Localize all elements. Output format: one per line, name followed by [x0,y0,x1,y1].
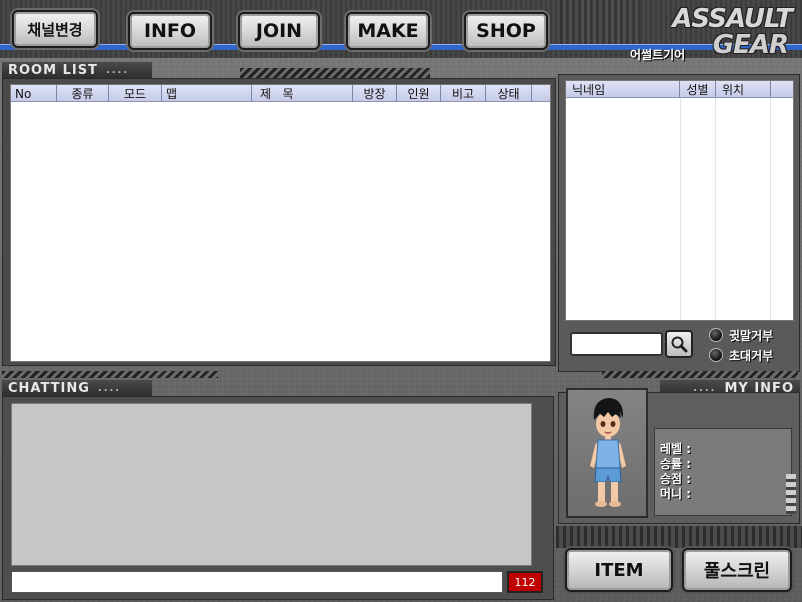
invite-block-option[interactable]: 초대거부 [709,346,773,364]
character-avatar [566,388,648,518]
user-list-table[interactable]: 닉네임 성별 위치 [565,80,794,321]
character-sprite [590,398,626,507]
make-button[interactable]: MAKE [346,12,430,50]
whisper-block-label: 귓말거부 [729,328,774,343]
chatting-header: CHATTING .... [2,380,152,396]
header-dots: .... [105,64,130,76]
game-lobby-window: 채널변경 INFO JOIN MAKE SHOP ASSAULT GEAR 어썰… [0,0,802,602]
join-button[interactable]: JOIN [238,12,320,50]
money-label: 머니 : [660,487,692,501]
column-header-host[interactable]: 방장 [353,85,397,102]
fullscreen-button[interactable]: 풀스크린 [682,548,792,592]
shop-button[interactable]: SHOP [464,12,548,50]
chat-log[interactable] [11,403,532,566]
column-header-mode[interactable]: 모드 [109,85,162,102]
column-header-note[interactable]: 비고 [441,85,486,102]
chat-char-counter: 112 [507,571,543,593]
magnifier-icon [671,336,688,353]
column-header-gender[interactable]: 성별 [680,81,716,98]
column-header-location[interactable]: 위치 [716,81,771,98]
channel-change-button[interactable]: 채널변경 [12,10,98,48]
hatch-decoration [2,371,218,378]
column-header-map[interactable]: 맵 [162,85,252,102]
room-list-table[interactable]: No 종류 모드 맵 제 목 방장 인원 비고 상태 [10,84,551,362]
hatch-decoration [602,371,798,378]
tick-decoration [786,474,796,514]
column-header-type[interactable]: 종류 [57,85,109,102]
circuit-decoration [556,526,802,548]
user-search-button[interactable] [665,330,693,358]
room-list-title: ROOM LIST [8,62,98,78]
column-header-no[interactable]: No [11,85,57,102]
whisper-block-option[interactable]: 귓말거부 [709,326,773,344]
column-header-status[interactable]: 상태 [486,85,532,102]
room-list-header-row: No 종류 모드 맵 제 목 방장 인원 비고 상태 [11,85,550,102]
whisper-block-radio[interactable] [709,328,723,342]
header-dots: .... [97,382,122,394]
room-list-header: ROOM LIST .... [2,62,152,78]
column-header-spacer [771,81,793,98]
chatting-title: CHATTING [8,380,90,396]
user-search-input[interactable] [570,332,663,356]
info-button[interactable]: INFO [128,12,212,50]
invite-block-radio[interactable] [709,348,723,362]
item-button[interactable]: ITEM [565,548,673,592]
hatch-decoration [240,68,430,78]
chat-input[interactable] [11,571,503,593]
circuit-decoration [560,0,640,44]
column-header-nickname[interactable]: 닉네임 [566,81,680,98]
invite-block-label: 초대거부 [729,348,774,363]
user-list-header-row: 닉네임 성별 위치 [566,81,793,98]
column-header-players[interactable]: 인원 [397,85,441,102]
logo-line2: GEAR [712,30,789,60]
assault-gear-logo: ASSAULT GEAR 어썰트기어 [630,4,798,62]
logo-korean: 어썰트기어 [630,48,686,62]
column-header-spacer [532,85,550,102]
column-header-title[interactable]: 제 목 [252,85,353,102]
